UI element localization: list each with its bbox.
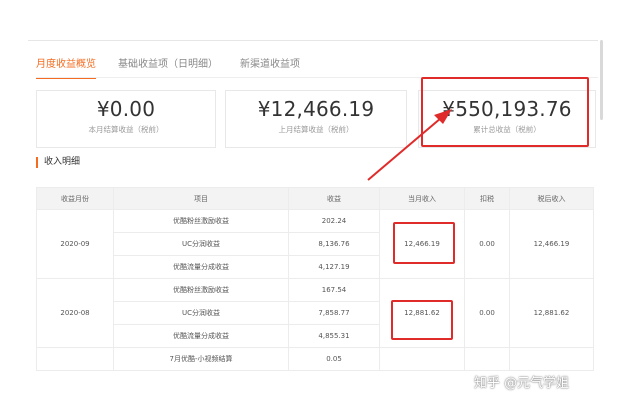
annotation-arrow <box>367 109 452 181</box>
watermark: 知乎 @元气学姐 <box>474 376 570 391</box>
arrow-shaft <box>367 117 442 181</box>
